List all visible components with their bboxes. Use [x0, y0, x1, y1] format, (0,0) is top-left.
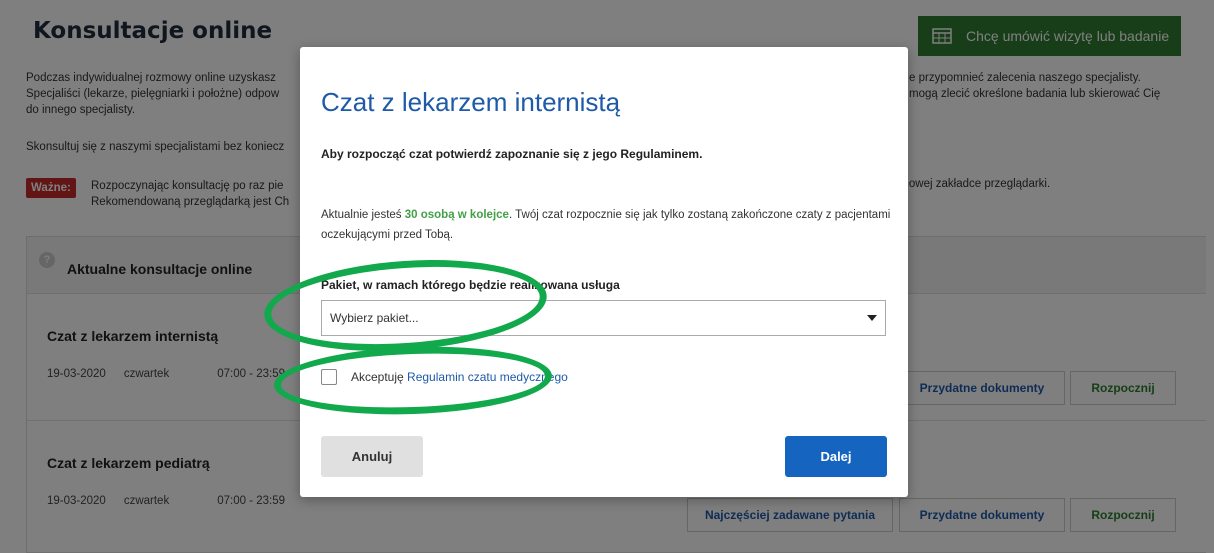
cancel-button[interactable]: Anuluj [321, 436, 423, 477]
modal-subtitle: Aby rozpocząć czat potwierdź zapoznanie … [321, 147, 703, 161]
next-button[interactable]: Dalej [785, 436, 887, 477]
modal-title: Czat z lekarzem internistą [321, 87, 621, 117]
queue-position: 30 osobą w kolejce [404, 209, 509, 221]
chevron-down-icon [867, 315, 877, 321]
queue-prefix: Aktualnie jesteś [321, 209, 405, 221]
queue-info: Aktualnie jesteś 30 osobą w kolejce. Twó… [321, 205, 891, 245]
